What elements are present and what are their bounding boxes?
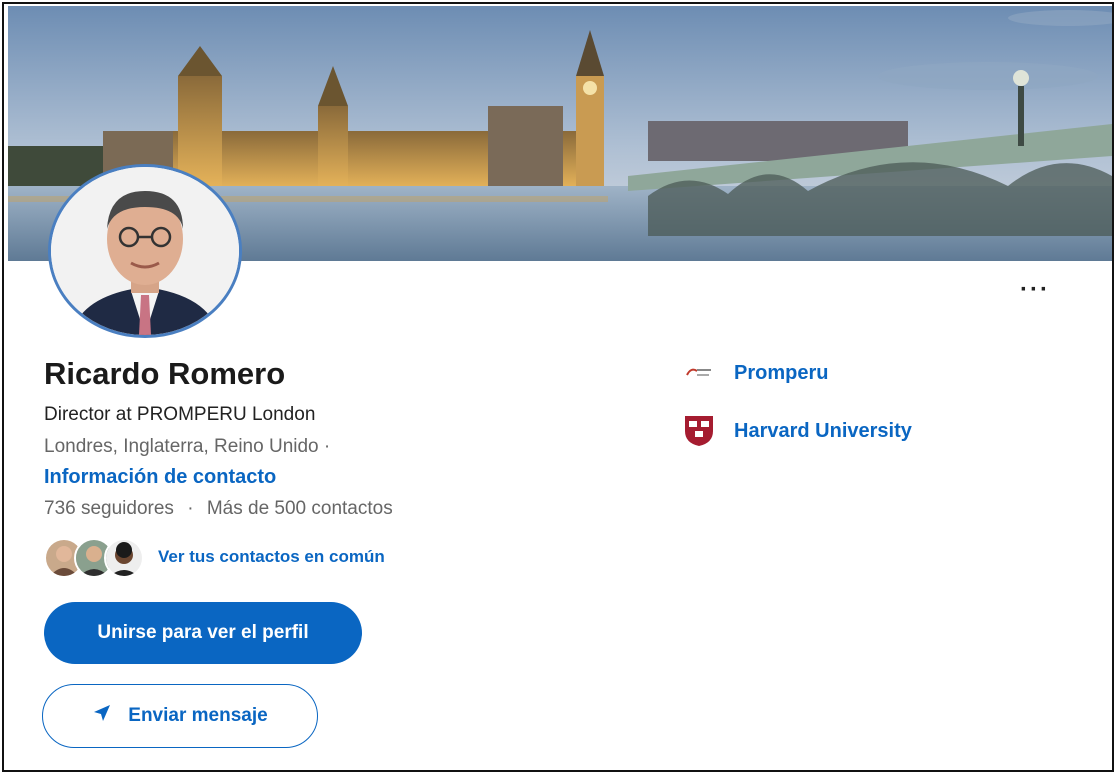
send-message-label: Enviar mensaje xyxy=(128,705,268,726)
aside-item-label: Harvard University xyxy=(734,419,912,442)
connections-count: Más de 500 contactos xyxy=(206,498,393,519)
aside-item-harvard[interactable]: Harvard University xyxy=(684,414,912,448)
join-to-view-profile-button[interactable]: Unirse para ver el perfil xyxy=(44,602,362,664)
profile-aside: Promperu Harvard University xyxy=(684,356,912,472)
profile-avatar[interactable] xyxy=(48,164,242,338)
aside-item-label: Promperu xyxy=(734,361,829,384)
followers-count: 736 seguidores xyxy=(44,498,174,519)
stats-separator: · xyxy=(187,498,194,519)
send-icon xyxy=(92,703,112,729)
profile-headline: Director at PROMPERU London xyxy=(44,404,316,425)
mutual-connections[interactable]: Ver tus contactos en común xyxy=(44,536,385,578)
contact-info-link[interactable]: Información de contacto xyxy=(44,466,276,489)
mutual-avatar xyxy=(104,538,144,578)
mutual-avatars xyxy=(44,536,144,578)
profile-card: ··· Ricardo Romero Director at PROMPERU … xyxy=(2,2,1114,772)
promperu-logo-icon xyxy=(684,358,714,388)
profile-name: Ricardo Romero xyxy=(44,356,286,391)
harvard-shield-icon xyxy=(684,416,714,446)
more-options-button[interactable]: ··· xyxy=(1020,278,1050,302)
send-message-button[interactable]: Enviar mensaje xyxy=(42,684,318,748)
profile-location: Londres, Inglaterra, Reino Unido · xyxy=(44,436,331,457)
mutual-connections-link[interactable]: Ver tus contactos en común xyxy=(158,547,385,567)
aside-item-promperu[interactable]: Promperu xyxy=(684,356,912,390)
profile-stats: 736 seguidores · Más de 500 contactos xyxy=(44,498,393,520)
